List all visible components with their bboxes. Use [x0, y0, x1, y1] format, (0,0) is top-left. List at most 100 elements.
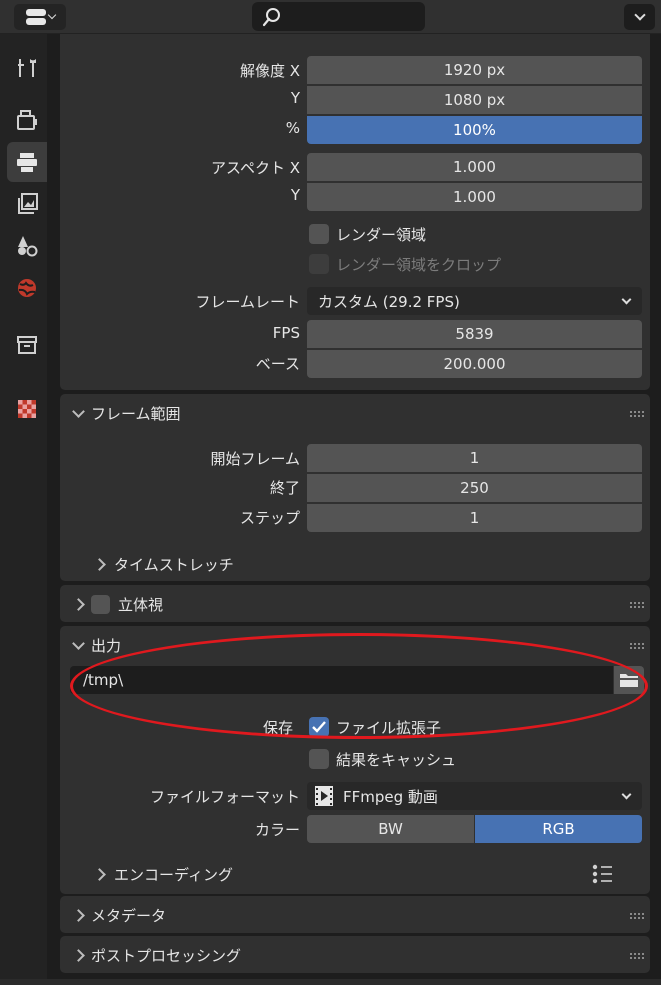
resolution-x-row: 解像度 X 1920 px: [60, 56, 650, 84]
crop-region-label: レンダー領域をクロップ: [336, 256, 502, 274]
frame-end-field[interactable]: 250: [307, 474, 642, 502]
resolution-y-row: Y 1080 px: [60, 85, 650, 114]
color-bw-option[interactable]: BW: [307, 815, 474, 843]
bottom-edge: [0, 979, 661, 985]
output-path-input[interactable]: /tmp\: [70, 666, 613, 694]
presets-list-icon[interactable]: [591, 863, 613, 885]
aspect-x-field[interactable]: 1.000: [307, 153, 642, 181]
frame-start-row: 開始フレーム 1: [60, 444, 650, 472]
encoding-subpanel[interactable]: エンコーディング: [93, 864, 233, 885]
frame-range-panel: フレーム範囲 開始フレーム 1 終了 250 ステップ 1 タイムストレッチ: [60, 394, 650, 581]
drag-handle-icon[interactable]: [630, 643, 644, 649]
tab-world[interactable]: [7, 268, 47, 308]
framerate-dropdown[interactable]: カスタム (29.2 FPS): [307, 287, 642, 315]
render-icon: [17, 110, 37, 130]
frame-start-label: 開始フレーム: [210, 450, 300, 468]
tool-icon: [18, 59, 36, 77]
metadata-header[interactable]: メタデータ: [60, 896, 650, 934]
frame-end-row: 終了 250: [60, 473, 650, 502]
output-icon: [17, 153, 37, 172]
file-format-dropdown[interactable]: FFmpeg 動画: [307, 782, 642, 810]
resolution-x-field[interactable]: 1920 px: [307, 56, 642, 84]
properties-tabs: [0, 34, 47, 985]
drag-handle-icon[interactable]: [630, 953, 644, 959]
time-stretch-subpanel[interactable]: タイムストレッチ: [93, 554, 234, 575]
tab-scene[interactable]: [7, 226, 47, 266]
fps-row: FPS 5839: [60, 320, 650, 348]
file-format-value: FFmpeg 動画: [343, 787, 438, 806]
search-input[interactable]: [252, 2, 425, 31]
frame-step-label: ステップ: [239, 509, 300, 527]
framerate-label: フレームレート: [195, 293, 300, 311]
post-processing-panel: ポストプロセッシング: [60, 936, 650, 973]
chevron-down-icon: [621, 294, 632, 305]
resolution-percent-row: % 100%: [60, 115, 650, 144]
drag-handle-icon[interactable]: [630, 411, 644, 417]
frame-range-title: フレーム範囲: [91, 404, 181, 423]
file-format-label: ファイルフォーマット: [149, 788, 300, 806]
crop-region-checkbox[interactable]: [309, 254, 329, 274]
fps-field[interactable]: 5839: [307, 320, 642, 348]
tab-tool[interactable]: [7, 48, 47, 88]
texture-icon: [18, 400, 36, 418]
output-header[interactable]: 出力: [60, 626, 650, 664]
file-format-row: ファイルフォーマット FFmpeg 動画: [60, 782, 650, 810]
frame-start-field[interactable]: 1: [307, 444, 642, 472]
metadata-panel: メタデータ: [60, 896, 650, 933]
framerate-value: カスタム (29.2 FPS): [318, 292, 460, 311]
properties-editor-icon: [25, 9, 46, 25]
drag-handle-icon[interactable]: [630, 913, 644, 919]
fps-label: FPS: [272, 324, 300, 342]
tab-render[interactable]: [7, 100, 47, 140]
metadata-title: メタデータ: [91, 906, 167, 925]
stereoscopy-checkbox[interactable]: [91, 594, 110, 614]
browse-folder-button[interactable]: [614, 666, 644, 694]
aspect-x-row: アスペクト X 1.000: [60, 153, 650, 181]
base-field[interactable]: 200.000: [307, 350, 642, 378]
frame-step-field[interactable]: 1: [307, 504, 642, 532]
stereoscopy-panel: 立体視: [60, 585, 650, 622]
view-layer-icon: [18, 193, 38, 214]
tab-view-layer[interactable]: [7, 184, 47, 224]
tab-collection[interactable]: [7, 325, 47, 365]
resolution-y-field[interactable]: 1080 px: [307, 86, 642, 114]
file-extensions-checkbox[interactable]: [309, 717, 329, 737]
checkmark-icon: [312, 721, 326, 733]
chevron-down-icon: [72, 404, 85, 418]
color-rgb-option[interactable]: RGB: [475, 815, 642, 843]
frame-range-header[interactable]: フレーム範囲: [60, 394, 650, 432]
output-title: 出力: [91, 636, 122, 655]
resolution-percent-slider[interactable]: 100%: [307, 116, 642, 144]
editor-type-button[interactable]: [14, 4, 66, 30]
movie-icon: [315, 786, 333, 806]
aspect-y-field[interactable]: 1.000: [307, 183, 642, 211]
chevron-right-icon: [93, 558, 106, 571]
chevron-down-icon: [633, 9, 646, 21]
header-bar: [0, 0, 661, 34]
time-stretch-label: タイムストレッチ: [114, 556, 234, 574]
save-label: 保存: [263, 719, 294, 737]
color-label: カラー: [254, 821, 300, 839]
search-icon: [262, 8, 280, 27]
stereoscopy-header[interactable]: 立体視: [60, 585, 650, 623]
options-menu-button[interactable]: [624, 4, 655, 30]
cache-result-checkbox[interactable]: [309, 749, 329, 769]
resolution-y-label: Y: [290, 89, 300, 107]
chevron-right-icon: [72, 908, 85, 922]
post-processing-header[interactable]: ポストプロセッシング: [60, 936, 650, 974]
chevron-right-icon: [72, 597, 85, 611]
render-region-checkbox[interactable]: [309, 224, 329, 244]
tab-output[interactable]: [7, 142, 47, 182]
base-row: ベース 200.000: [60, 349, 650, 378]
tab-texture[interactable]: [7, 389, 47, 429]
world-icon: [18, 279, 36, 297]
base-label: ベース: [255, 355, 300, 373]
collection-icon: [17, 336, 37, 354]
resolution-percent-label: %: [285, 119, 300, 137]
stereoscopy-title: 立体視: [118, 595, 164, 614]
chevron-right-icon: [93, 868, 106, 881]
cache-result-label: 結果をキャッシュ: [336, 751, 457, 769]
resolution-x-label: 解像度 X: [239, 62, 300, 80]
frame-end-label: 終了: [269, 479, 300, 497]
drag-handle-icon[interactable]: [630, 602, 644, 608]
